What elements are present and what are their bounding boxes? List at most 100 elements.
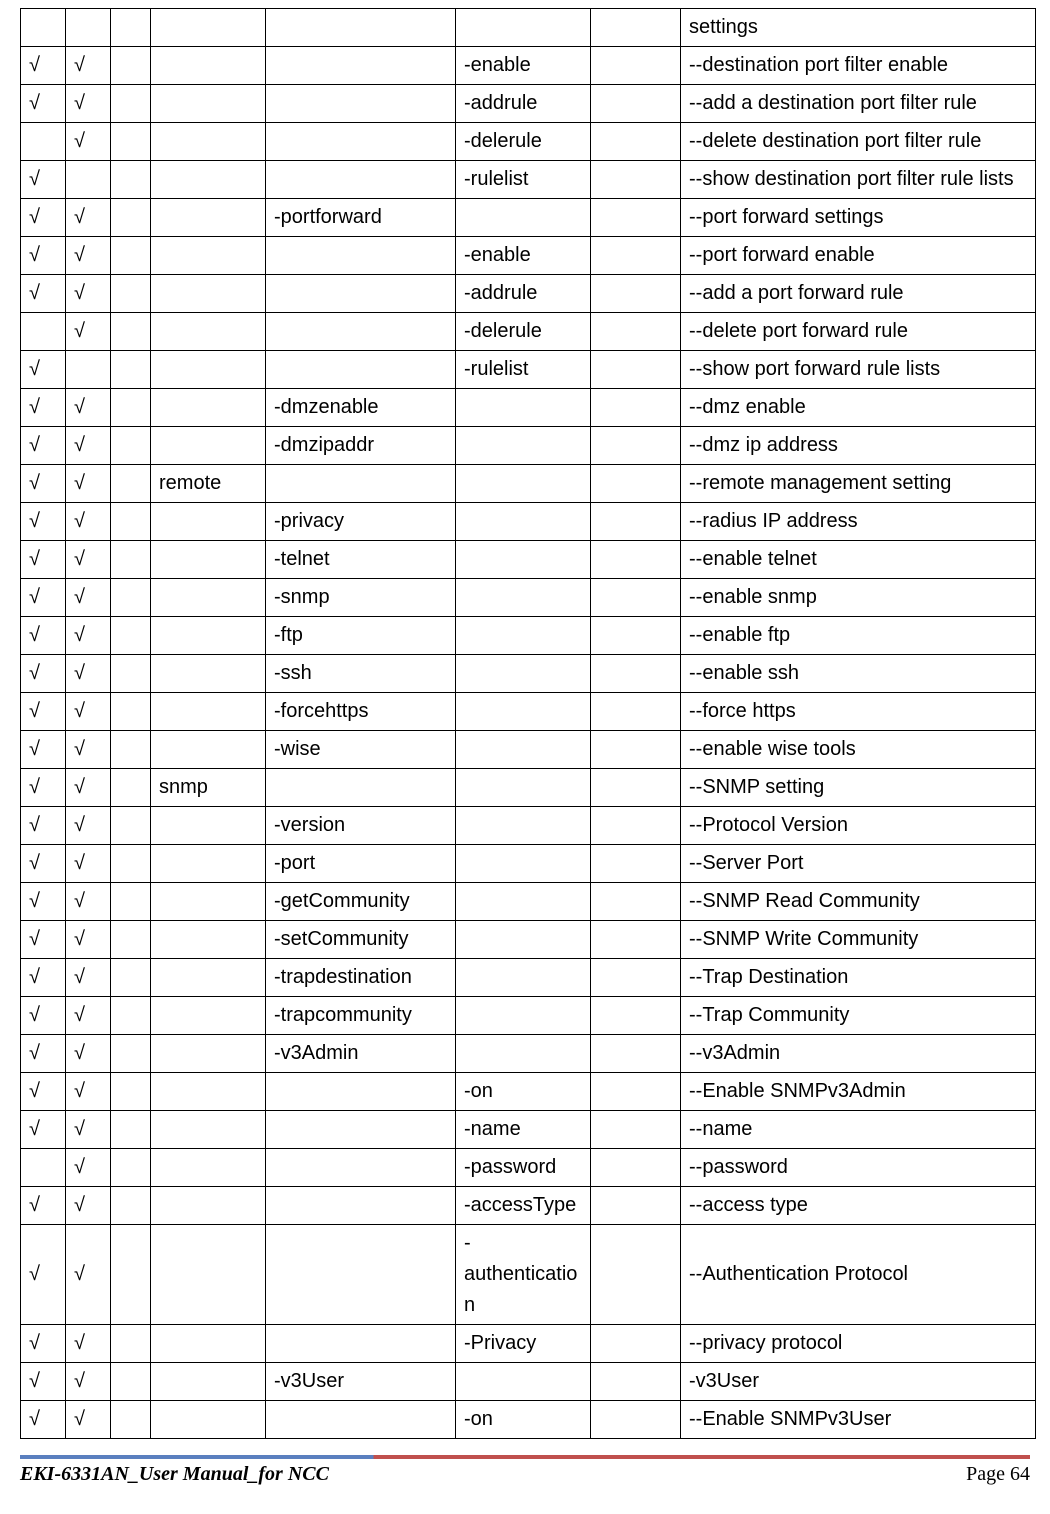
table-cell [21,123,66,161]
table-cell: √ [21,731,66,769]
table-cell [591,389,681,427]
table-cell [151,731,266,769]
table-cell: -enable [456,237,591,275]
table-cell [111,731,151,769]
table-cell: --access type [681,1187,1036,1225]
table-cell: -Privacy [456,1325,591,1363]
table-cell: √ [66,237,111,275]
table-cell: √ [66,579,111,617]
table-cell: √ [21,579,66,617]
table-cell: -dmzipaddr [266,427,456,465]
table-cell [111,959,151,997]
table-cell: -snmp [266,579,456,617]
table-cell: --enable telnet [681,541,1036,579]
table-cell [591,959,681,997]
table-cell [456,731,591,769]
table-cell [591,503,681,541]
footer-page-number: Page 64 [966,1463,1030,1486]
table-row: √√-portforward--port forward settings [21,199,1036,237]
table-cell: -delerule [456,123,591,161]
table-cell [111,1149,151,1187]
table-cell [151,389,266,427]
table-cell [456,883,591,921]
table-cell: √ [66,123,111,161]
table-cell: √ [21,845,66,883]
table-cell: --radius IP address [681,503,1036,541]
table-cell [111,47,151,85]
table-cell: √ [21,351,66,389]
table-cell: √ [66,883,111,921]
table-cell: √ [21,1401,66,1439]
table-cell [151,921,266,959]
table-cell [151,237,266,275]
table-cell [111,655,151,693]
table-cell [591,997,681,1035]
table-cell [111,617,151,655]
table-cell: √ [21,1073,66,1111]
table-cell: √ [21,959,66,997]
table-cell [151,351,266,389]
table-cell [151,807,266,845]
table-cell [111,85,151,123]
table-row: √√-v3User-v3User [21,1363,1036,1401]
table-cell [111,503,151,541]
table-cell: --SNMP Write Community [681,921,1036,959]
table-cell [456,1035,591,1073]
table-cell [591,1363,681,1401]
table-row: √√-forcehttps--force https [21,693,1036,731]
table-cell [266,123,456,161]
table-cell [111,883,151,921]
table-cell: √ [66,731,111,769]
table-row: √√-trapdestination--Trap Destination [21,959,1036,997]
footer-divider [20,1455,1030,1459]
table-cell [111,199,151,237]
table-cell: -version [266,807,456,845]
table-cell: √ [21,389,66,427]
table-cell [591,769,681,807]
table-row: √√-ftp--enable ftp [21,617,1036,655]
table-cell: --add a destination port filter rule [681,85,1036,123]
table-cell: -enable [456,47,591,85]
footer-doc-title: EKI-6331AN_User Manual_for NCC [20,1463,329,1486]
table-row: √√-setCommunity--SNMP Write Community [21,921,1036,959]
table-cell [266,351,456,389]
table-cell [111,1325,151,1363]
table-cell [111,1035,151,1073]
table-cell: √ [66,1187,111,1225]
table-cell [151,1149,266,1187]
table-cell: --name [681,1111,1036,1149]
table-cell [266,85,456,123]
table-cell [266,237,456,275]
table-cell [591,161,681,199]
table-cell: √ [66,1225,111,1325]
table-cell: √ [66,1149,111,1187]
table-row: √√-wise--enable wise tools [21,731,1036,769]
table-cell [456,693,591,731]
table-row: √-password--password [21,1149,1036,1187]
table-cell [111,465,151,503]
table-cell: -on [456,1401,591,1439]
table-cell: √ [21,1325,66,1363]
table-cell [456,389,591,427]
table-cell: √ [21,693,66,731]
table-cell [151,693,266,731]
table-cell: -addrule [456,275,591,313]
table-cell: √ [21,769,66,807]
table-cell: --delete port forward rule [681,313,1036,351]
table-cell: √ [66,541,111,579]
table-row: √√-on--Enable SNMPv3Admin [21,1073,1036,1111]
table-cell [151,1401,266,1439]
table-cell: -setCommunity [266,921,456,959]
table-cell [266,275,456,313]
table-cell: √ [66,959,111,997]
table-cell: -name [456,1111,591,1149]
table-cell [456,617,591,655]
table-cell: √ [66,199,111,237]
table-cell [456,959,591,997]
table-row: √√-v3Admin--v3Admin [21,1035,1036,1073]
table-cell: √ [21,541,66,579]
table-cell [151,883,266,921]
table-cell: √ [66,845,111,883]
table-cell [266,1111,456,1149]
table-row: √√-ssh--enable ssh [21,655,1036,693]
